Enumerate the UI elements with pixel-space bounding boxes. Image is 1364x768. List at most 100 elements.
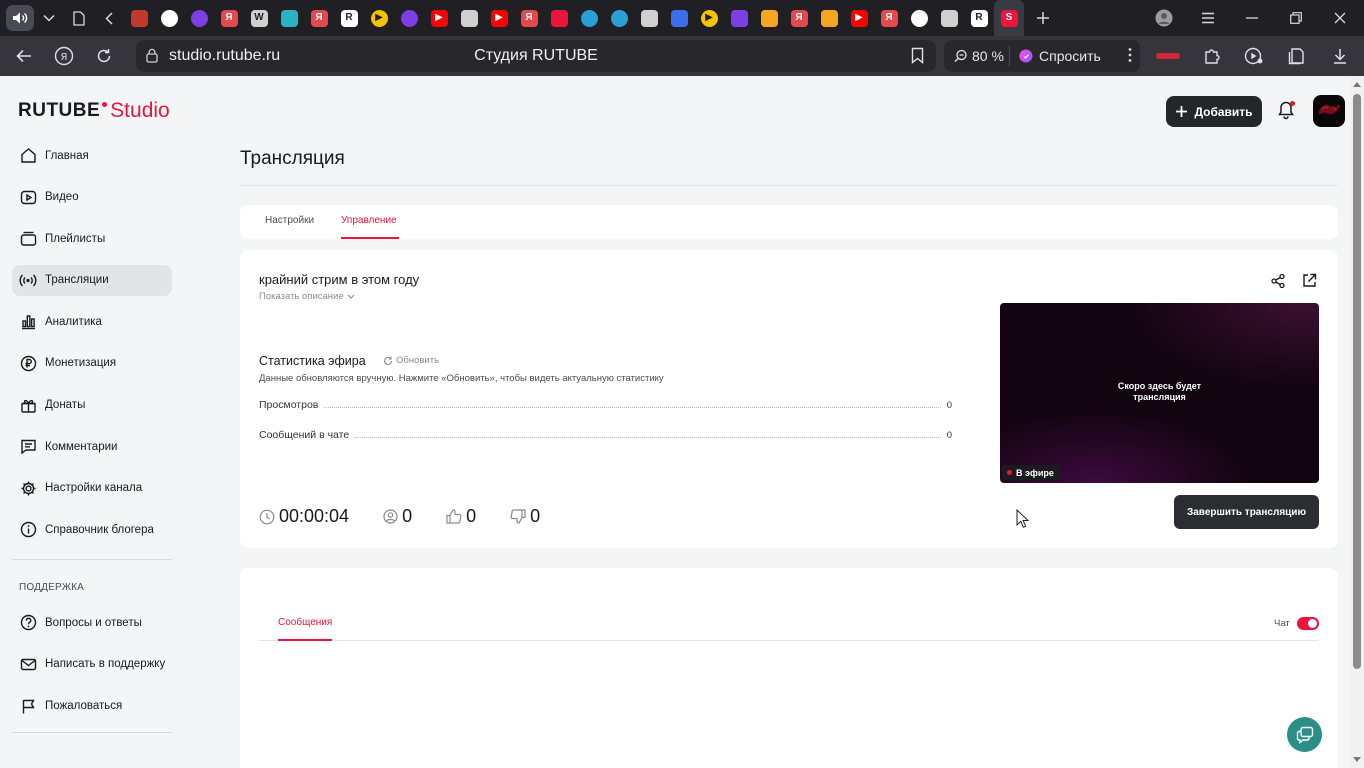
browser-tab-22[interactable] [724, 0, 754, 36]
browser-tab-23[interactable] [754, 0, 784, 36]
browser-tab-31[interactable]: S [994, 0, 1024, 36]
red-extension-icon[interactable] [1150, 36, 1186, 76]
restore-icon[interactable] [1274, 0, 1318, 36]
browser-tab-28[interactable] [904, 0, 934, 36]
close-window-icon[interactable] [1318, 0, 1362, 36]
download-icon[interactable] [1322, 36, 1358, 76]
end-stream-button[interactable]: Завершить трансляцию [1174, 495, 1319, 529]
scrollbar-thumb[interactable] [1353, 94, 1361, 669]
media-player-icon[interactable] [1236, 36, 1272, 76]
browser-menu-icon[interactable] [1186, 0, 1230, 36]
sidebar-item-main-6[interactable]: Донаты [12, 390, 172, 421]
sidebar-item-main-1[interactable]: Видео [12, 182, 172, 213]
browser-tab-8[interactable]: Я [304, 0, 334, 36]
sidebar-item-main-7[interactable]: Комментарии [12, 431, 172, 462]
video-icon [19, 188, 37, 206]
yandex-icon: Я [880, 9, 898, 27]
sidebar-item-label: Пожаловаться [45, 700, 123, 713]
tab-messages[interactable]: Сообщения [278, 617, 332, 628]
refresh-stats-button[interactable]: Обновить [383, 355, 439, 366]
scroll-up-arrow-icon[interactable] [1353, 82, 1361, 87]
browser-tab-7[interactable] [274, 0, 304, 36]
browser-tab-17[interactable] [574, 0, 604, 36]
browser-tab-16[interactable] [544, 0, 574, 36]
browser-tab-1[interactable] [94, 0, 124, 36]
support-chat-button[interactable] [1287, 717, 1322, 752]
profile-icon[interactable] [1142, 0, 1186, 36]
github-icon [910, 9, 928, 27]
rutube-studio-logo[interactable]: RUTUBE Studio [18, 99, 170, 123]
home-icon [19, 147, 37, 165]
browser-tab-6[interactable]: W [244, 0, 274, 36]
stream-preview-player[interactable]: Скоро здесь будет трансляция [1000, 303, 1319, 483]
browser-tab-2[interactable] [124, 0, 154, 36]
browser-tab-9[interactable]: R [334, 0, 364, 36]
browser-tab-29[interactable] [934, 0, 964, 36]
sidebar-item-support-2[interactable]: Пожаловаться [12, 691, 172, 722]
browser-tab-12[interactable]: ▶ [424, 0, 454, 36]
yandex-home-icon[interactable]: Я [44, 36, 84, 76]
live-dot-icon [1007, 470, 1012, 475]
wordpress-icon: W [250, 9, 268, 27]
zoom-button[interactable]: 80 % [944, 46, 1010, 66]
bookmark-icon[interactable] [911, 47, 924, 64]
sidebar-item-support-0[interactable]: Вопросы и ответы [12, 607, 172, 638]
scroll-down-arrow-icon[interactable] [1353, 757, 1361, 762]
reload-icon[interactable] [84, 36, 124, 76]
svg-text:Я: Я [61, 52, 68, 63]
share-icon[interactable] [1270, 273, 1286, 289]
extensions-puzzle-icon[interactable] [1194, 36, 1230, 76]
new-tab-plus-icon[interactable] [1028, 3, 1058, 33]
minimize-icon[interactable] [1230, 0, 1274, 36]
browser-tab-14[interactable]: ▶ [484, 0, 514, 36]
browser-tab-4[interactable] [184, 0, 214, 36]
tabs-dropdown-chevron-icon[interactable] [34, 3, 64, 33]
browser-tab-5[interactable]: Я [214, 0, 244, 36]
browser-tab-27[interactable]: Я [874, 0, 904, 36]
more-vertical-icon[interactable] [1128, 47, 1132, 63]
browser-tab-15[interactable]: Я [514, 0, 544, 36]
sidebar-item-main-8[interactable]: Настройки канала [12, 473, 172, 504]
url-host: studio.rutube.ru [169, 47, 281, 64]
chat-toggle[interactable] [1297, 617, 1319, 630]
browser-tab-24[interactable]: Я [784, 0, 814, 36]
browser-tab-25[interactable] [814, 0, 844, 36]
sound-icon[interactable] [6, 5, 34, 31]
open-external-icon[interactable] [1302, 273, 1317, 288]
stat-label: Сообщений в чате [259, 429, 350, 441]
collections-icon[interactable] [1279, 36, 1315, 76]
browser-tab-18[interactable] [604, 0, 634, 36]
sidebar-item-main-3[interactable]: Трансляции [12, 264, 172, 296]
page-scrollbar[interactable] [1350, 76, 1364, 768]
play-icon: ▶ [370, 9, 388, 27]
sidebar-item-support-1[interactable]: Написать в поддержку [12, 649, 172, 680]
tab-management[interactable]: Управление [341, 215, 397, 226]
sidebar-item-main-5[interactable]: Монетизация [12, 348, 172, 379]
browser-tab-20[interactable] [664, 0, 694, 36]
add-button[interactable]: Добавить [1166, 96, 1262, 127]
browser-tab-19[interactable] [634, 0, 664, 36]
support-chat-icon [1296, 726, 1313, 744]
browser-tab-3[interactable] [154, 0, 184, 36]
browser-tab-0[interactable] [64, 0, 94, 36]
browser-tab-26[interactable]: ▶ [844, 0, 874, 36]
tab-settings[interactable]: Настройки [265, 215, 314, 226]
back-arrow-icon[interactable] [4, 36, 44, 76]
ask-assistant-button[interactable]: Спросить [1010, 48, 1101, 64]
metric-dislikes: 0 [510, 506, 540, 527]
sidebar-item-main-0[interactable]: Главная [12, 140, 172, 171]
page-title: Трансляция [240, 148, 345, 169]
browser-tab-13[interactable] [454, 0, 484, 36]
address-field[interactable]: studio.rutube.ru Студия RUTUBE [136, 40, 936, 72]
chat-divider [259, 640, 1319, 641]
sidebar-item-main-2[interactable]: Плейлисты [12, 223, 172, 254]
sidebar-item-main-9[interactable]: Справочник блогера [12, 514, 172, 545]
browser-tab-21[interactable]: ▶ [694, 0, 724, 36]
show-description-toggle[interactable]: Показать описание [259, 291, 355, 302]
browser-tab-11[interactable] [394, 0, 424, 36]
browser-tab-30[interactable]: R [964, 0, 994, 36]
browser-tab-10[interactable]: ▶ [364, 0, 394, 36]
sidebar-item-main-4[interactable]: Аналитика [12, 306, 172, 337]
channel-avatar[interactable] [1313, 95, 1345, 127]
likes-value: 0 [466, 506, 477, 526]
